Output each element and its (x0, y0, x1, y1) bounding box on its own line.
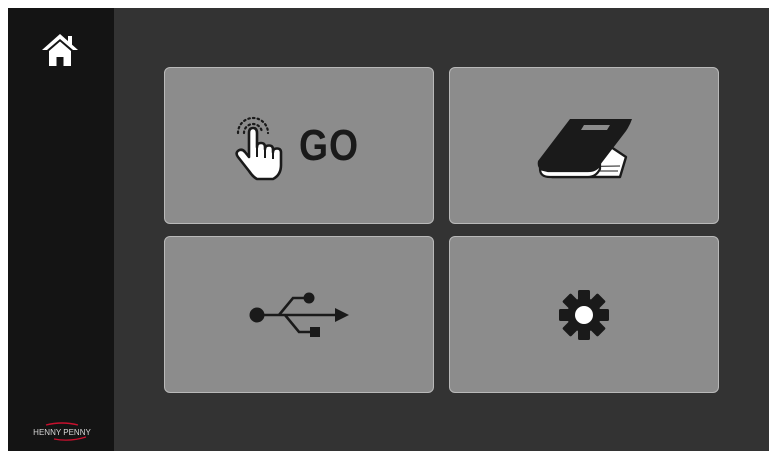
go-label: GO (298, 120, 359, 170)
sidebar: HENNY PENNY (8, 8, 114, 451)
usb-tile-button[interactable] (164, 236, 434, 393)
manual-tile-button[interactable] (449, 67, 719, 224)
tap-hand-icon (235, 116, 283, 180)
brand-logo: HENNY PENNY (16, 422, 108, 442)
go-tile-button[interactable]: GO (164, 67, 434, 224)
settings-tile-button[interactable] (449, 236, 719, 393)
home-icon (42, 34, 78, 66)
book-icon (537, 118, 632, 178)
brand-logo-text: HENNY PENNY (33, 428, 91, 437)
home-button[interactable] (38, 30, 82, 70)
gear-icon (559, 289, 609, 340)
device-screen: HENNY PENNY GO (8, 8, 769, 451)
usb-icon (249, 292, 349, 337)
